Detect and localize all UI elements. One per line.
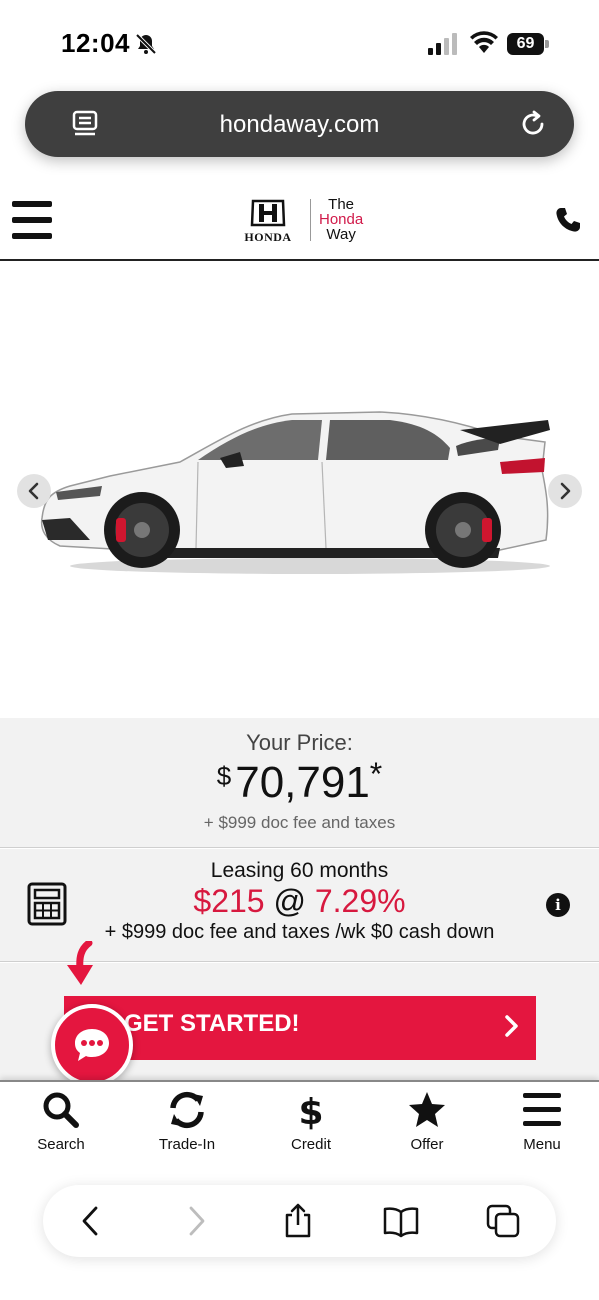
cellular-signal-icon (428, 33, 457, 55)
nav-search-label: Search (37, 1136, 85, 1153)
tagline: The Honda Way (319, 197, 363, 242)
refresh-arrows-icon (170, 1091, 204, 1129)
tagline-honda: Honda (319, 211, 364, 228)
honda-h-icon (250, 199, 286, 227)
price-section: Your Price: $70,791* + $999 doc fee and … (0, 718, 599, 848)
search-icon (43, 1092, 79, 1128)
battery-indicator: 69 (507, 33, 549, 55)
status-time: 12:04 (61, 28, 130, 58)
price-note: + $999 doc fee and taxes (203, 813, 396, 832)
nav-offer[interactable]: Offer (382, 1090, 472, 1160)
vehicle-image-carousel (0, 262, 599, 718)
nav-trade-in[interactable]: Trade-In (142, 1090, 232, 1160)
honda-wordmark: HONDA (244, 230, 292, 244)
phone-icon[interactable] (555, 207, 581, 233)
chat-button[interactable] (51, 1004, 133, 1086)
address-bar[interactable]: hondaway.com (25, 91, 574, 157)
share-icon[interactable] (280, 1203, 316, 1239)
chevron-right-icon (505, 1015, 518, 1037)
hamburger-menu-icon[interactable] (12, 201, 52, 239)
tabs-icon[interactable] (485, 1203, 521, 1239)
forward-icon[interactable] (178, 1203, 214, 1239)
vehicle-image (40, 411, 550, 574)
status-bar: 12:04 69 (0, 0, 599, 88)
nav-menu[interactable]: Menu (497, 1090, 587, 1160)
bookmarks-icon[interactable] (383, 1203, 419, 1239)
get-started-button[interactable]: GET STARTED! (64, 996, 536, 1060)
logo-divider (310, 199, 311, 241)
chevron-right-icon (560, 482, 571, 500)
browser-toolbar-pill (43, 1185, 556, 1257)
nav-credit[interactable]: $ Credit (266, 1090, 356, 1160)
price-currency: $ (216, 761, 232, 791)
battery-tip (545, 40, 549, 48)
nav-offer-label: Offer (410, 1136, 444, 1153)
tagline-way: Way (326, 226, 356, 243)
lease-payment: $215 (193, 883, 265, 919)
chevron-left-icon (28, 482, 39, 500)
get-started-label: GET STARTED! (124, 1010, 300, 1037)
lease-at: @ (273, 883, 306, 919)
carousel-next-button[interactable] (548, 474, 582, 508)
price-asterisk: * (369, 756, 383, 792)
lease-apr: 7.29% (314, 883, 406, 919)
nav-menu-label: Menu (523, 1136, 561, 1153)
star-icon (409, 1092, 445, 1127)
honda-logo-mark: HONDA (235, 197, 301, 244)
curved-arrow-icon (67, 941, 93, 985)
site-header: HONDA The Honda Way (0, 175, 599, 261)
browser-toolbar (0, 1160, 599, 1300)
wifi-icon (470, 31, 498, 53)
nav-search[interactable]: Search (16, 1090, 106, 1160)
lease-rate: $215 @ 7.29% (0, 883, 599, 920)
bell-muted-icon (135, 33, 157, 55)
tagline-the: The (328, 196, 355, 213)
carousel-prev-button[interactable] (17, 474, 51, 508)
price-amount: 70,791 (235, 758, 370, 807)
price-value: $70,791* (0, 756, 599, 808)
nav-credit-label: Credit (290, 1136, 331, 1153)
price-label: Your Price: (246, 730, 353, 755)
back-icon[interactable] (73, 1203, 109, 1239)
bottom-nav: Search Trade-In $ Credit Offer Menu (0, 1080, 599, 1160)
svg-text:$: $ (298, 1092, 323, 1130)
info-icon[interactable]: i (546, 893, 570, 917)
battery-level: 69 (507, 33, 544, 55)
honda-way-logo[interactable]: HONDA The Honda Way (235, 197, 375, 244)
reload-icon[interactable] (518, 109, 548, 139)
chat-bubble-icon (75, 1029, 109, 1061)
hamburger-menu-icon (523, 1093, 561, 1126)
lease-term: Leasing 60 months (210, 859, 389, 882)
nav-trade-in-label: Trade-In (158, 1136, 216, 1153)
cta-area: GET STARTED! (0, 941, 599, 1086)
url-text[interactable]: hondaway.com (25, 111, 574, 139)
dollar-icon: $ (298, 1092, 323, 1130)
